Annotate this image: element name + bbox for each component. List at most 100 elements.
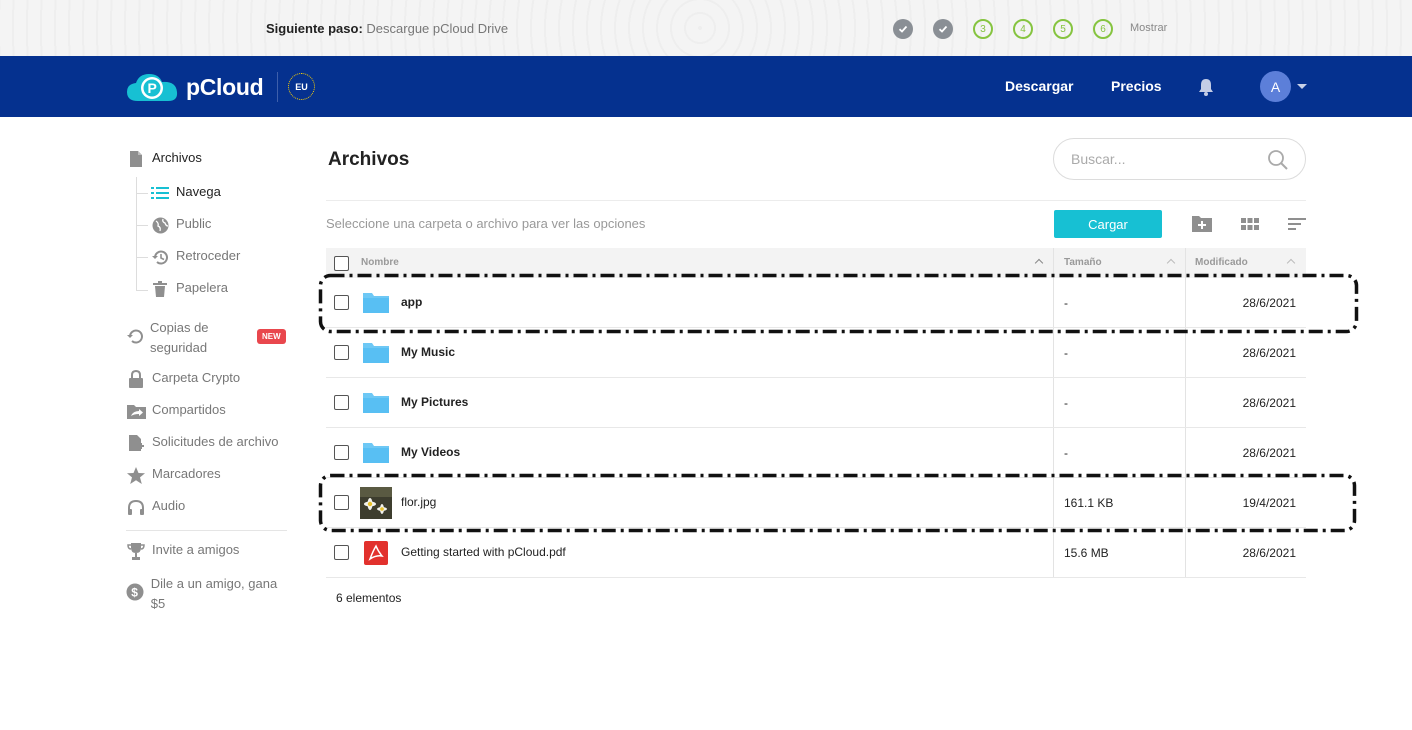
- sidebar-item-label: Archivos: [152, 150, 202, 165]
- next-step-value[interactable]: Descargue pCloud Drive: [366, 21, 508, 36]
- nav-download[interactable]: Descargar: [1005, 78, 1074, 94]
- sort-icon[interactable]: [1286, 214, 1308, 234]
- lock-icon: [126, 370, 146, 388]
- trophy-icon: [126, 542, 146, 560]
- file-name[interactable]: My Pictures: [401, 395, 468, 409]
- tree-line: [136, 177, 137, 291]
- folder-icon: [363, 443, 389, 463]
- chevron-down-icon[interactable]: [1297, 84, 1307, 89]
- grid-view-icon[interactable]: [1239, 214, 1261, 234]
- sort-asc-icon[interactable]: [1034, 258, 1044, 268]
- sidebar-item-label: Navega: [176, 184, 221, 199]
- file-icon: [126, 150, 146, 168]
- column-modified[interactable]: Modificado: [1195, 257, 1248, 268]
- eu-region-badge: EU: [288, 73, 315, 100]
- sidebar-item-label: Solicitudes de archivo: [152, 434, 279, 449]
- sidebar-item-label: Papelera: [176, 280, 229, 295]
- new-folder-icon[interactable]: [1191, 214, 1213, 234]
- sidebar-item-label: Public: [176, 216, 212, 231]
- file-name[interactable]: My Music: [401, 345, 455, 359]
- folder-icon: [363, 343, 389, 363]
- sidebar-item-files[interactable]: Archivos: [126, 150, 202, 168]
- next-step-label: Siguiente paso:: [266, 21, 363, 36]
- column-name[interactable]: Nombre: [361, 257, 399, 268]
- pcloud-logo-icon: P: [127, 74, 178, 101]
- sort-asc-icon[interactable]: [1166, 258, 1176, 268]
- file-name[interactable]: My Videos: [401, 445, 460, 459]
- dollar-icon: $: [126, 583, 145, 601]
- file-size: -: [1064, 396, 1068, 410]
- pcloud-logo[interactable]: P pCloud: [126, 71, 264, 103]
- sidebar-item-file-requests[interactable]: Solicitudes de archivo: [126, 434, 278, 452]
- step-1-done-icon[interactable]: [893, 19, 913, 39]
- step-4[interactable]: 4: [1013, 19, 1033, 39]
- table-row[interactable]: Getting started with pCloud.pdf 15.6 MB …: [326, 528, 1306, 578]
- history-icon: [150, 248, 170, 266]
- row-checkbox[interactable]: [334, 445, 349, 460]
- row-checkbox[interactable]: [334, 395, 349, 410]
- file-modified: 28/6/2021: [1242, 446, 1296, 460]
- select-all-checkbox[interactable]: [334, 256, 349, 271]
- sidebar-item-crypto[interactable]: Carpeta Crypto: [126, 370, 240, 388]
- sidebar-item-browse[interactable]: Navega: [150, 184, 221, 202]
- sidebar-item-label: Compartidos: [152, 402, 226, 417]
- onboarding-steps-bar: Siguiente paso: Descargue pCloud Drive 3…: [0, 0, 1412, 56]
- brand-name: pCloud: [186, 73, 264, 100]
- notifications-bell-icon[interactable]: [1196, 77, 1216, 97]
- sidebar-item-rewind[interactable]: Retroceder: [150, 248, 240, 266]
- highlight-outline: [318, 273, 1359, 334]
- upload-button[interactable]: Cargar: [1054, 210, 1162, 238]
- backup-icon: [126, 327, 144, 345]
- row-checkbox[interactable]: [334, 545, 349, 560]
- sidebar-item-shared[interactable]: Compartidos: [126, 402, 226, 420]
- search-icon[interactable]: [1267, 149, 1289, 171]
- sidebar-item-label: Audio: [152, 498, 186, 513]
- column-size[interactable]: Tamaño: [1064, 257, 1102, 268]
- step-3[interactable]: 3: [973, 19, 993, 39]
- file-modified: 28/6/2021: [1242, 546, 1296, 560]
- sidebar-divider: [126, 530, 287, 531]
- step-6[interactable]: 6: [1093, 19, 1113, 39]
- file-modified: 28/6/2021: [1242, 396, 1296, 410]
- sidebar-item-bookmarks[interactable]: Marcadores: [126, 466, 221, 484]
- star-icon: [126, 466, 146, 484]
- step-5[interactable]: 5: [1053, 19, 1073, 39]
- tree-tick: [136, 225, 148, 226]
- tree-tick: [136, 257, 148, 258]
- table-row[interactable]: My Videos - 28/6/2021: [326, 428, 1306, 478]
- sort-asc-icon[interactable]: [1286, 258, 1296, 268]
- file-modified: 28/6/2021: [1242, 346, 1296, 360]
- sidebar-item-label: Invite a amigos: [152, 542, 240, 557]
- sidebar-item-label: Copias de seguridad: [150, 320, 209, 355]
- sidebar-item-backups[interactable]: Copias de seguridad: [126, 318, 256, 358]
- file-size: -: [1064, 346, 1068, 360]
- selection-hint: Seleccione una carpeta o archivo para ve…: [326, 216, 646, 231]
- tree-tick: [136, 290, 148, 291]
- folder-icon: [363, 393, 389, 413]
- sidebar-item-label: Retroceder: [176, 248, 241, 263]
- sidebar-item-refer[interactable]: $ Dile a un amigo, gana $5: [126, 574, 286, 614]
- search-box[interactable]: [1053, 138, 1306, 180]
- next-step-text: Siguiente paso: Descargue pCloud Drive: [266, 21, 508, 36]
- sidebar-item-trash[interactable]: Papelera: [150, 280, 228, 298]
- sidebar-item-audio[interactable]: Audio: [126, 498, 185, 516]
- file-size: -: [1064, 446, 1068, 460]
- nav-pricing[interactable]: Precios: [1111, 78, 1162, 94]
- file-name[interactable]: Getting started with pCloud.pdf: [401, 545, 566, 559]
- search-input[interactable]: [1071, 149, 1251, 169]
- sidebar-item-label: Carpeta Crypto: [152, 370, 241, 385]
- headphones-icon: [126, 498, 146, 516]
- row-checkbox[interactable]: [334, 345, 349, 360]
- step-2-done-icon[interactable]: [933, 19, 953, 39]
- user-avatar[interactable]: A: [1260, 71, 1291, 102]
- shared-folder-icon: [126, 402, 146, 420]
- tree-tick: [136, 193, 148, 194]
- file-size: 15.6 MB: [1064, 546, 1109, 560]
- table-row[interactable]: My Music - 28/6/2021: [326, 328, 1306, 378]
- svg-text:P: P: [148, 80, 157, 96]
- show-steps-link[interactable]: Mostrar: [1130, 22, 1167, 34]
- table-row[interactable]: My Pictures - 28/6/2021: [326, 378, 1306, 428]
- toolbar-divider: [326, 200, 1306, 201]
- sidebar-item-invite[interactable]: Invite a amigos: [126, 542, 239, 560]
- sidebar-item-public[interactable]: Public: [150, 216, 211, 234]
